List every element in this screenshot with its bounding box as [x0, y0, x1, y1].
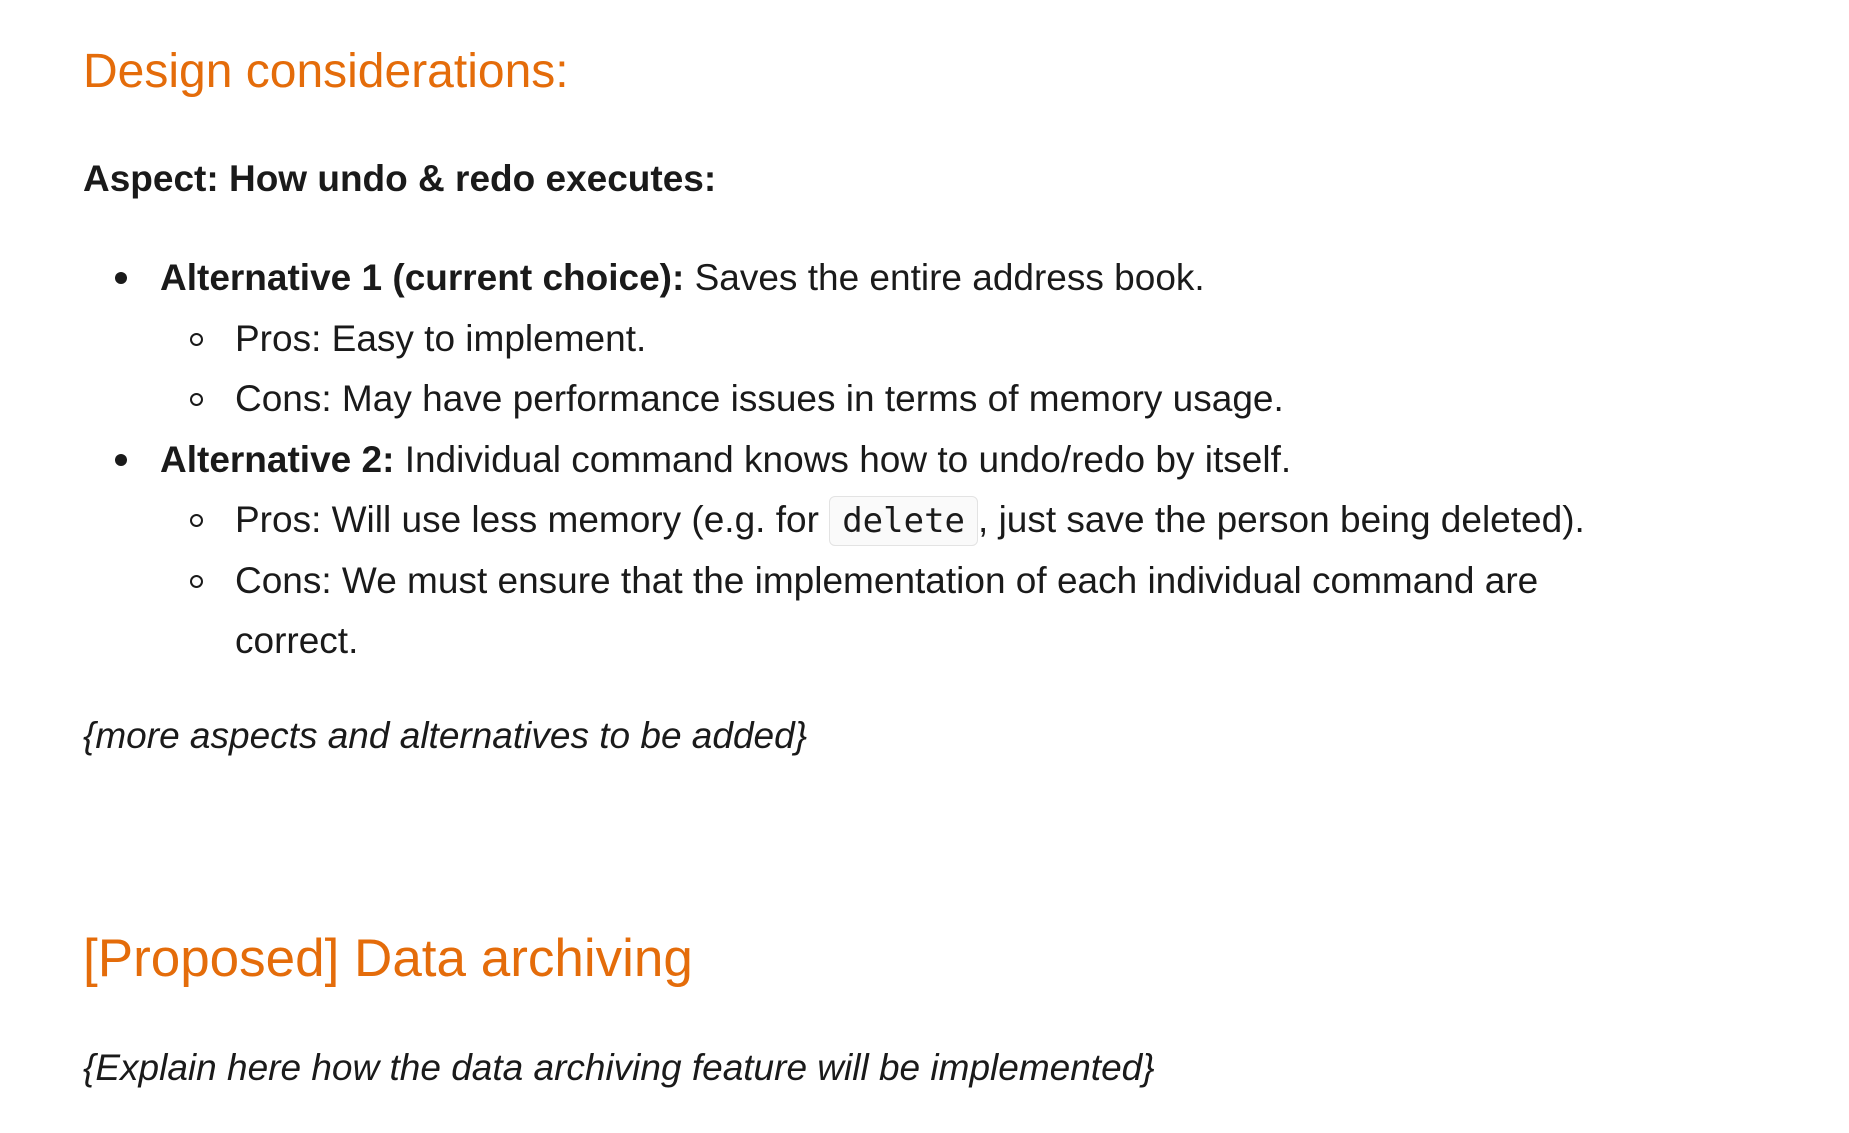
- circle-bullet-icon: [190, 514, 203, 527]
- pros-text-continued: , just save the person being deleted).: [978, 499, 1585, 540]
- circle-bullet-icon: [190, 333, 203, 346]
- bullet-icon: [115, 272, 127, 284]
- cons-text-continued: correct.: [235, 620, 359, 661]
- more-aspects-note: {more aspects and alternatives to be add…: [83, 715, 808, 756]
- list-item-pros: Pros: Will use less memory (e.g. for del…: [190, 490, 1585, 551]
- list-item-pros: Pros: Easy to implement.: [190, 309, 647, 369]
- cons-text: Cons: We must ensure that the implementa…: [235, 560, 1539, 601]
- list-item-alternative-2: Alternative 2: Individual command knows …: [115, 430, 1292, 490]
- list-item-cons: Cons: May have performance issues in ter…: [190, 369, 1284, 429]
- design-considerations-heading: Design considerations:: [83, 45, 569, 98]
- bullet-icon: [115, 454, 127, 466]
- list-item-cons: Cons: We must ensure that the implementa…: [190, 551, 1539, 611]
- cons-text: Cons: May have performance issues in ter…: [235, 378, 1284, 419]
- list-item-alternative-1: Alternative 1 (current choice): Saves th…: [115, 248, 1205, 308]
- pros-text: Pros: Will use less memory (e.g. for: [235, 499, 830, 540]
- list-item-cons-continued: correct.: [235, 611, 358, 671]
- pros-text: Pros: Easy to implement.: [235, 318, 647, 359]
- inline-code: delete: [829, 496, 979, 546]
- alternative-text: Saves the entire address book.: [684, 257, 1205, 298]
- alternative-text: Individual command knows how to undo/red…: [394, 439, 1292, 480]
- alternative-label: Alternative 1 (current choice):: [160, 257, 685, 298]
- archiving-note: {Explain here how the data archiving fea…: [83, 1047, 1155, 1088]
- data-archiving-heading: [Proposed] Data archiving: [83, 929, 693, 988]
- circle-bullet-icon: [190, 575, 203, 588]
- alternative-label: Alternative 2:: [160, 439, 395, 480]
- circle-bullet-icon: [190, 393, 203, 406]
- aspect-heading: Aspect: How undo & redo executes:: [83, 158, 717, 199]
